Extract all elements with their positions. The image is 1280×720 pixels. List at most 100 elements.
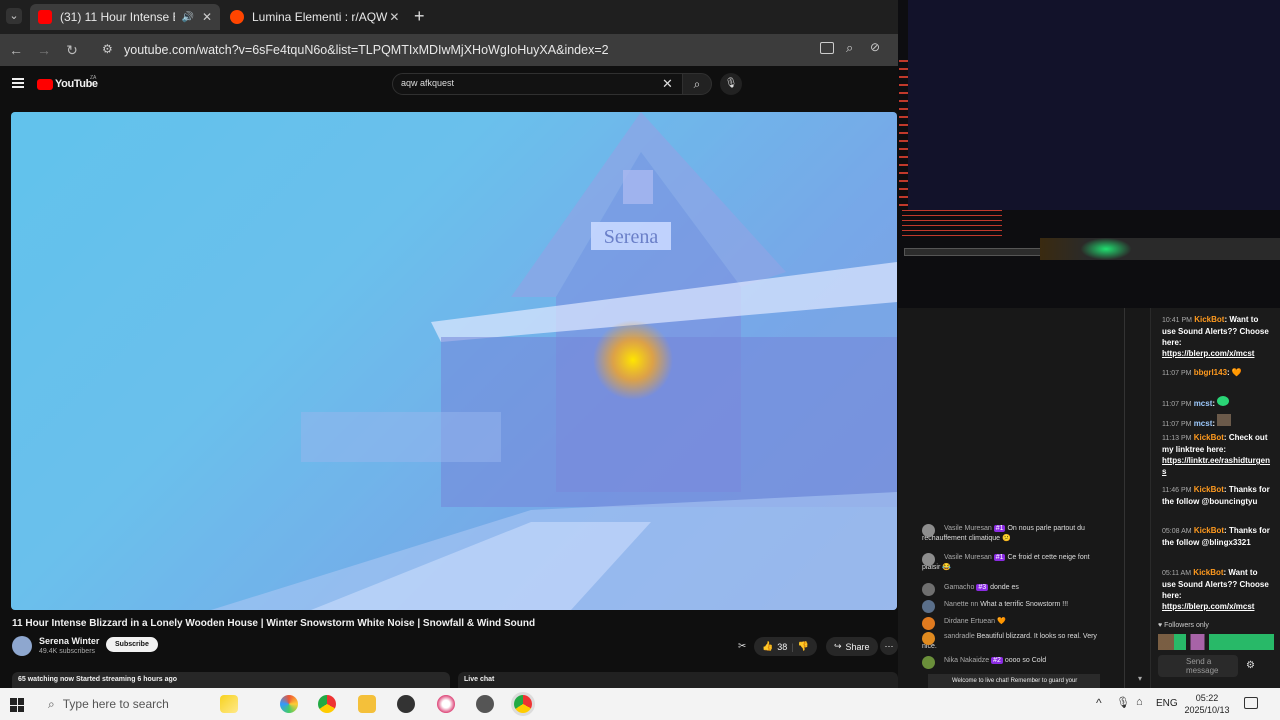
message-time: 10:41 PM: [1162, 317, 1192, 324]
url-text: youtube.com/watch?v=6sFe4tquN6o&list=TLP…: [124, 43, 609, 57]
kick-chat-message: 05:11 AM KickBot: Want to use Sound Aler…: [1162, 568, 1269, 611]
emote-bar[interactable]: [1158, 634, 1274, 650]
search-input[interactable]: aqw afkquest: [392, 73, 686, 95]
live-info: 65 watching now Started streaming 6 hour…: [12, 672, 450, 688]
kick-chat-message: 11:07 PM bbgrl143: 🧡: [1162, 368, 1242, 377]
chat-divider: [1124, 308, 1125, 688]
message-link[interactable]: https://blerp.com/x/mcst: [1162, 349, 1254, 358]
message-link[interactable]: https://linktr.ee/rashidturgen s: [1162, 456, 1270, 476]
mic-tray-icon[interactable]: 🎙: [1116, 696, 1130, 709]
forward-arrow-icon[interactable]: →: [34, 40, 54, 60]
video-frame-snow-house: Serena: [11, 112, 897, 610]
youtube-logo-icon[interactable]: [37, 79, 53, 90]
eye-off-icon[interactable]: ⊘: [870, 40, 880, 54]
tab-reddit[interactable]: Lumina Elementi : r/AQW ✕: [222, 4, 406, 30]
emote-icon: [1217, 396, 1230, 406]
chat-author: Vasile Muresan: [944, 554, 992, 561]
share-label: Share: [845, 641, 870, 652]
message-user[interactable]: mcst: [1194, 419, 1213, 428]
member-badge: #2: [991, 657, 1003, 664]
below-video-bar: 65 watching now Started streaming 6 hour…: [12, 672, 898, 688]
message-time: 11:07 PM: [1162, 370, 1192, 377]
notification-center-icon[interactable]: [1244, 697, 1258, 709]
kick-chat-message: 05:08 AM KickBot: Thanks for the follow …: [1162, 526, 1270, 547]
app-icon[interactable]: [437, 695, 455, 713]
share-button[interactable]: ↪ Share: [826, 637, 878, 656]
cast-icon[interactable]: [820, 42, 834, 54]
message-time: 11:13 PM: [1162, 435, 1192, 442]
show-hidden-icons-chevron-icon[interactable]: ^: [1096, 696, 1102, 710]
message-user[interactable]: mcst: [1194, 399, 1213, 408]
message-user[interactable]: KickBot: [1194, 433, 1224, 442]
address-bar[interactable]: ⚙ youtube.com/watch?v=6sFe4tquN6o&list=T…: [92, 38, 898, 62]
tab-close-icon[interactable]: ✕: [202, 10, 212, 24]
game-chat-input[interactable]: [904, 248, 1044, 256]
kick-chat-message: 11:13 PM KickBot: Check out my linktree …: [1162, 433, 1271, 476]
zoom-icon[interactable]: ⌕: [846, 40, 853, 56]
message-user[interactable]: KickBot: [1194, 485, 1224, 494]
kick-chat-message: 10:41 PM KickBot: Want to use Sound Aler…: [1162, 315, 1269, 358]
steam-icon[interactable]: [397, 695, 415, 713]
avatar: [922, 617, 935, 630]
clip-icon[interactable]: ✂: [738, 641, 746, 652]
chrome-icon[interactable]: [318, 695, 336, 713]
kick-message-input[interactable]: Send a message: [1158, 655, 1238, 677]
chrome-active-icon[interactable]: [514, 695, 532, 713]
channel-name[interactable]: Serena Winter: [39, 636, 99, 646]
clock-date: 2025/10/13: [1184, 705, 1230, 715]
avatar: [922, 600, 935, 613]
hamburger-menu-icon[interactable]: [12, 78, 24, 88]
sparkle-icon[interactable]: [220, 695, 238, 713]
voice-search-mic-icon[interactable]: 🎙: [720, 73, 742, 95]
chat-welcome-banner: Welcome to live chat! Remember to guard …: [928, 674, 1100, 688]
chat-message: Nika Nakaidze #2 oooo so Cold: [922, 656, 1104, 669]
followers-only-text: Followers only: [1164, 622, 1209, 629]
chat-author: Nika Nakaidze: [944, 657, 990, 664]
photos-app-icon[interactable]: [280, 695, 298, 713]
app-icon-2[interactable]: [476, 695, 494, 713]
message-time: 11:46 PM: [1162, 487, 1192, 494]
network-icon[interactable]: ⌂: [1136, 696, 1143, 708]
file-explorer-icon[interactable]: [358, 695, 376, 713]
site-info-icon[interactable]: ⚙: [102, 42, 113, 56]
back-arrow-icon[interactable]: ←: [6, 40, 26, 60]
member-badge: #3: [976, 584, 989, 591]
search-button[interactable]: ⌕: [682, 73, 712, 95]
message-user[interactable]: KickBot: [1193, 568, 1223, 577]
clear-search-icon[interactable]: ✕: [662, 76, 673, 92]
language-indicator[interactable]: ENG: [1156, 698, 1178, 709]
message-text: 🧡: [1231, 368, 1242, 377]
avatar: [922, 632, 935, 645]
tab-close-icon[interactable]: ✕: [389, 10, 399, 24]
member-badge: #1: [993, 554, 1006, 561]
thumbs-up-icon: 👍: [762, 641, 774, 651]
like-button[interactable]: 👍 38 | 👎: [754, 637, 817, 656]
subscribe-button[interactable]: Subscribe: [106, 637, 158, 652]
new-tab-plus-icon[interactable]: +: [414, 6, 425, 27]
taskbar-search-icon: ⌕: [48, 696, 55, 711]
message-user[interactable]: bbgrl143: [1194, 368, 1227, 377]
taskbar-search-box[interactable]: ⌕ Type here to search: [38, 692, 208, 716]
more-actions-icon[interactable]: ⋯: [880, 637, 898, 655]
avatar: [922, 553, 935, 566]
chat-scroll-down-icon[interactable]: ▾: [1138, 674, 1142, 683]
clock-time: 05:22: [1195, 693, 1219, 703]
message-link[interactable]: https://blerp.com/x/mcst: [1162, 602, 1254, 611]
member-badge: #1: [993, 525, 1006, 532]
reload-icon[interactable]: ↻: [62, 40, 82, 60]
taskbar-clock[interactable]: 05:22 2025/10/13: [1184, 692, 1230, 716]
chat-message: Vasile Muresan #1 Ce froid et cette neig…: [922, 553, 1104, 573]
windows-start-icon[interactable]: [10, 698, 24, 712]
tab-search-chevron-icon[interactable]: ⌄: [6, 8, 22, 24]
avatar: [922, 524, 935, 537]
message-user[interactable]: KickBot: [1194, 526, 1224, 535]
chat-settings-icon[interactable]: ⚙: [1246, 660, 1255, 671]
tab-youtube[interactable]: (31) 11 Hour Intense Blizza 🔊 ✕: [30, 4, 220, 30]
thumbs-down-icon[interactable]: 👎: [798, 641, 809, 652]
live-chat-header: Live chat: [458, 672, 898, 688]
channel-avatar[interactable]: [12, 636, 32, 656]
message-time: 11:07 PM: [1162, 421, 1192, 428]
video-player[interactable]: Serena: [11, 112, 897, 610]
speaker-icon[interactable]: 🔊: [181, 12, 193, 23]
message-user[interactable]: KickBot: [1194, 315, 1224, 324]
